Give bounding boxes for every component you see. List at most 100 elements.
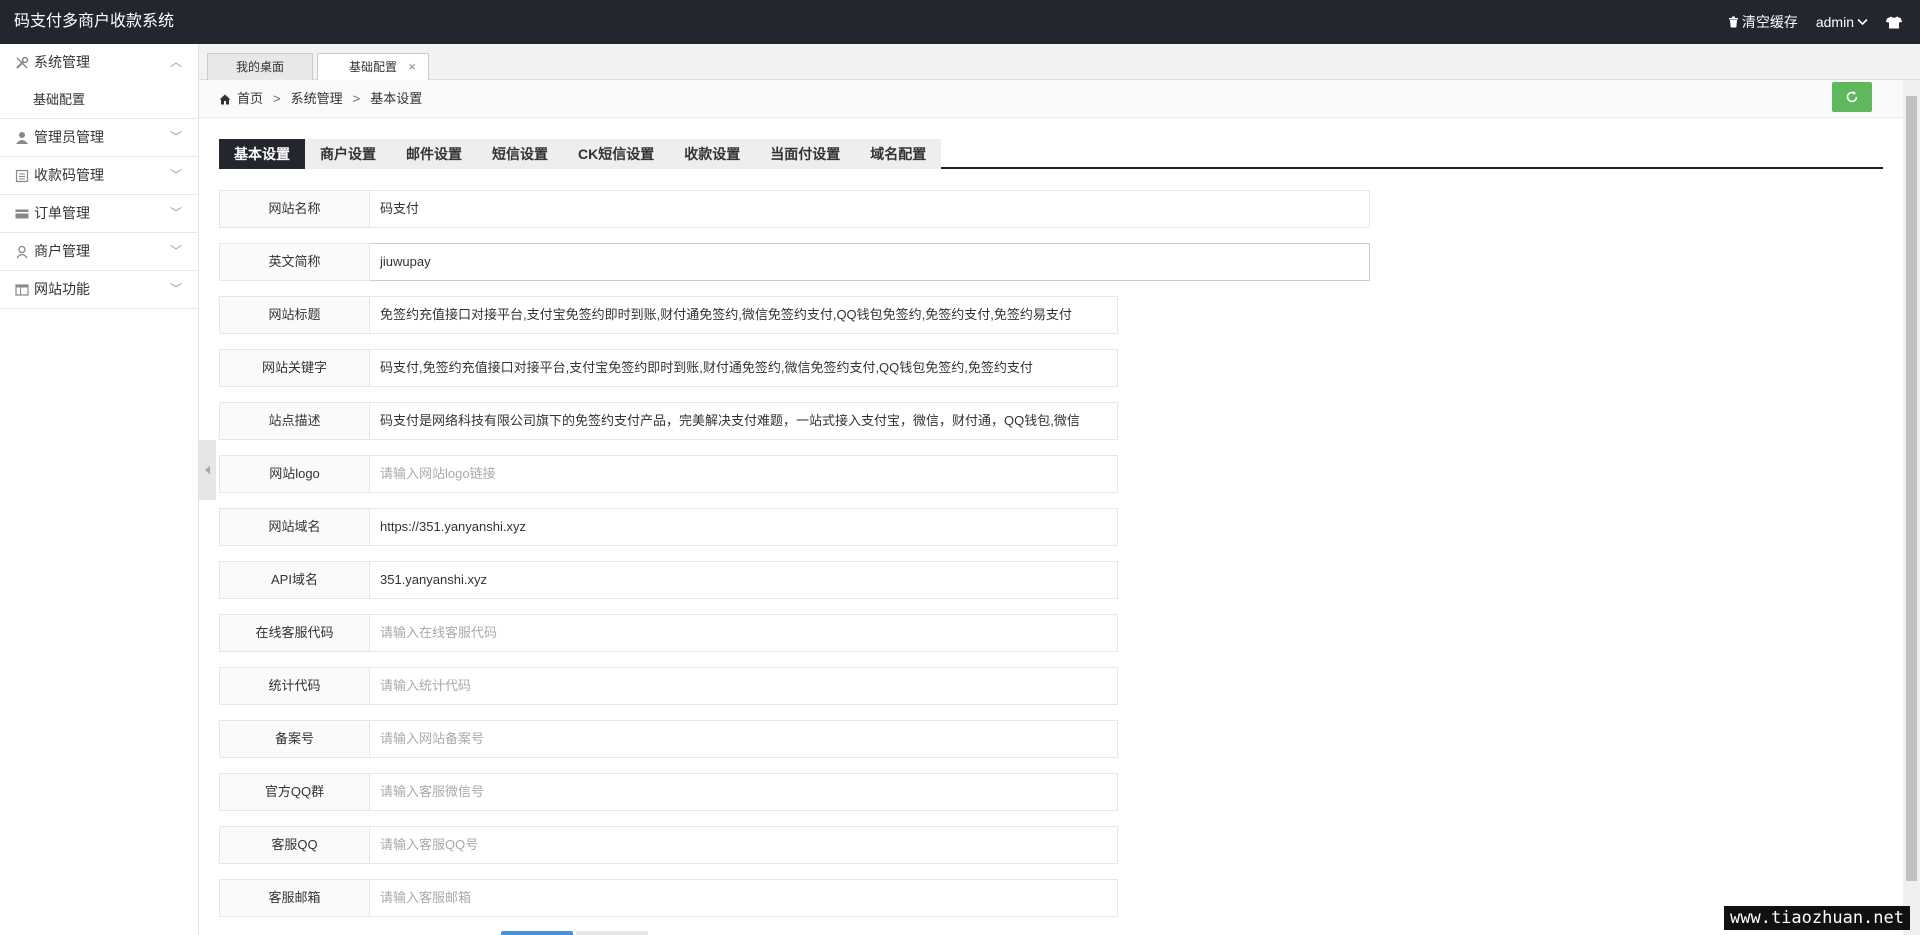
shirt-icon: [1886, 16, 1902, 28]
page-tabs: 我的桌面 基础配置 ×: [199, 44, 1920, 80]
keywords-input[interactable]: 码支付,免签约充值接口对接平台,支付宝免签约即时到账,财付通免签约,微信免签约支…: [370, 349, 1118, 387]
field-label: 统计代码: [219, 667, 370, 705]
chevron-down-icon: ﹀: [169, 168, 182, 182]
api-domain-input[interactable]: 351.yanyanshi.xyz: [370, 561, 1118, 599]
tab-email-settings[interactable]: 邮件设置: [391, 139, 477, 169]
stats-code-input[interactable]: 请输入统计代码: [370, 667, 1118, 705]
field-label: 客服QQ: [219, 826, 370, 864]
kefu-email-input[interactable]: 请输入客服邮箱: [370, 879, 1118, 917]
chevron-down-icon: ﹀: [169, 282, 182, 296]
domain-input[interactable]: https://351.yanyanshi.xyz: [370, 508, 1118, 546]
sidebar-item-label: 系统管理: [34, 54, 90, 70]
sidebar-group-qrcodes: 收款码管理 ﹀: [0, 157, 198, 195]
breadcrumb-separator: >: [273, 91, 281, 106]
scrollbar-track[interactable]: [1903, 80, 1920, 935]
form-row-site-name: 网站名称 码支付: [219, 190, 1370, 228]
tab-desktop[interactable]: 我的桌面: [207, 53, 313, 80]
field-label: 备案号: [219, 720, 370, 758]
sidebar-item-label: 网站功能: [34, 281, 90, 297]
field-label: 官方QQ群: [219, 773, 370, 811]
field-label: 网站logo: [219, 455, 370, 493]
tab-basic-settings[interactable]: 基本设置: [219, 139, 305, 169]
site-title-input[interactable]: 免签约充值接口对接平台,支付宝免签约即时到账,财付通免签约,微信免签约支付,QQ…: [370, 296, 1118, 334]
breadcrumb-level1[interactable]: 系统管理: [291, 80, 343, 118]
form-row-keywords: 网站关键字 码支付,免签约充值接口对接平台,支付宝免签约即时到账,财付通免签约,…: [219, 349, 1118, 387]
breadcrumb-current: 基本设置: [370, 91, 423, 106]
kefu-qq-input[interactable]: 请输入客服QQ号: [370, 826, 1118, 864]
en-name-input[interactable]: jiuwupay: [370, 243, 1370, 281]
sidebar-group-site: 网站功能 ﹀: [0, 271, 198, 309]
tab-ck-sms-settings[interactable]: CK短信设置: [563, 139, 670, 169]
card-icon: [15, 209, 29, 218]
refresh-button[interactable]: [1832, 82, 1872, 112]
theme-button[interactable]: [1886, 16, 1902, 29]
sidebar-item-label: 管理员管理: [34, 129, 104, 145]
tab-payment-settings[interactable]: 收款设置: [669, 139, 756, 169]
scrollbar-thumb[interactable]: [1906, 96, 1917, 881]
home-icon: [219, 94, 231, 104]
form-row-kefu-email: 客服邮箱 请输入客服邮箱: [219, 879, 1118, 917]
sidebar-group-orders: 订单管理 ﹀: [0, 195, 198, 233]
breadcrumb-home[interactable]: 首页: [237, 80, 263, 118]
form-row-icp: 备案号 请输入网站备案号: [219, 720, 1118, 758]
form-row-en-name: 英文简称 jiuwupay: [219, 243, 1370, 281]
tab-label: 基础配置: [348, 60, 397, 74]
field-label: 客服邮箱: [219, 879, 370, 917]
logo-input[interactable]: 请输入网站logo链接: [370, 455, 1118, 493]
chevron-up-icon: ︿: [169, 55, 182, 69]
description-input[interactable]: 码支付是网络科技有限公司旗下的免签约支付产品，完美解决支付难题，一站式接入支付宝…: [370, 402, 1118, 440]
field-label: 网站标题: [219, 296, 370, 334]
tab-domain-config[interactable]: 域名配置: [855, 139, 942, 169]
sidebar-item-orders[interactable]: 订单管理 ﹀: [0, 195, 198, 232]
chevron-down-icon: [1857, 18, 1868, 26]
sidebar-item-qrcodes[interactable]: 收款码管理 ﹀: [0, 157, 198, 194]
site-name-input[interactable]: 码支付: [370, 190, 1370, 228]
header-actions: 清空缓存 admin: [1728, 0, 1902, 44]
caret-left-icon: [205, 465, 210, 475]
form-row-site-title: 网站标题 免签约充值接口对接平台,支付宝免签约即时到账,财付通免签约,微信免签约…: [219, 296, 1118, 334]
tab-merchant-settings[interactable]: 商户设置: [305, 139, 391, 169]
form-row-domain: 网站域名 https://351.yanyanshi.xyz: [219, 508, 1118, 546]
window-icon: [15, 283, 29, 296]
sidebar-item-label: 收款码管理: [34, 167, 104, 183]
field-label: 网站域名: [219, 508, 370, 546]
close-icon[interactable]: ×: [408, 54, 416, 80]
user-menu[interactable]: admin: [1816, 14, 1868, 30]
sidebar-item-admins[interactable]: 管理员管理 ﹀: [0, 119, 198, 156]
username: admin: [1815, 14, 1854, 30]
chevron-down-icon: ﹀: [169, 130, 182, 144]
sidebar-subitem-basic-config[interactable]: 基础配置: [0, 81, 198, 118]
form-row-stats-code: 统计代码 请输入统计代码: [219, 667, 1118, 705]
app-title: 码支付多商户收款系统: [14, 13, 175, 30]
trash-icon: [1728, 16, 1738, 28]
breadcrumb-separator: >: [352, 91, 361, 106]
tab-sms-settings[interactable]: 短信设置: [477, 139, 563, 169]
icp-input[interactable]: 请输入网站备案号: [370, 720, 1118, 758]
form-row-kefu-code: 在线客服代码 请输入在线客服代码: [219, 614, 1118, 652]
sidebar-collapse-handle[interactable]: [199, 440, 216, 500]
list-icon: [15, 169, 29, 182]
sidebar-item-site[interactable]: 网站功能 ﹀: [0, 271, 198, 308]
sidebar-group-merchants: 商户管理 ﹀: [0, 233, 198, 271]
qq-group-input[interactable]: 请输入客服微信号: [370, 773, 1118, 811]
save-button[interactable]: [501, 931, 573, 935]
tab-basic-config[interactable]: 基础配置 ×: [317, 53, 429, 80]
clear-cache-label: 清空缓存: [1741, 14, 1798, 30]
form-row-qq-group: 官方QQ群 请输入客服微信号: [219, 773, 1118, 811]
clear-cache-button[interactable]: 清空缓存: [1728, 12, 1798, 32]
sidebar-item-system[interactable]: 系统管理 ︿: [0, 44, 198, 81]
user-icon: [16, 131, 28, 144]
sidebar-item-label: 订单管理: [34, 205, 90, 221]
top-header: 码支付多商户收款系统 清空缓存 admin: [0, 0, 1920, 44]
settings-tabs: 基本设置 商户设置 邮件设置 短信设置 CK短信设置 收款设置 当面付设置 域名…: [219, 139, 1883, 169]
field-label: 站点描述: [219, 402, 370, 440]
tools-icon: [16, 56, 29, 69]
reset-button[interactable]: [576, 931, 648, 935]
chevron-down-icon: ﹀: [169, 244, 182, 258]
field-label: 网站名称: [219, 190, 370, 228]
form-row-api-domain: API域名 351.yanyanshi.xyz: [219, 561, 1118, 599]
tab-facepay-settings[interactable]: 当面付设置: [755, 139, 856, 169]
sidebar-item-merchants[interactable]: 商户管理 ﹀: [0, 233, 198, 270]
kefu-code-input[interactable]: 请输入在线客服代码: [370, 614, 1118, 652]
form-row-kefu-qq: 客服QQ 请输入客服QQ号: [219, 826, 1118, 864]
